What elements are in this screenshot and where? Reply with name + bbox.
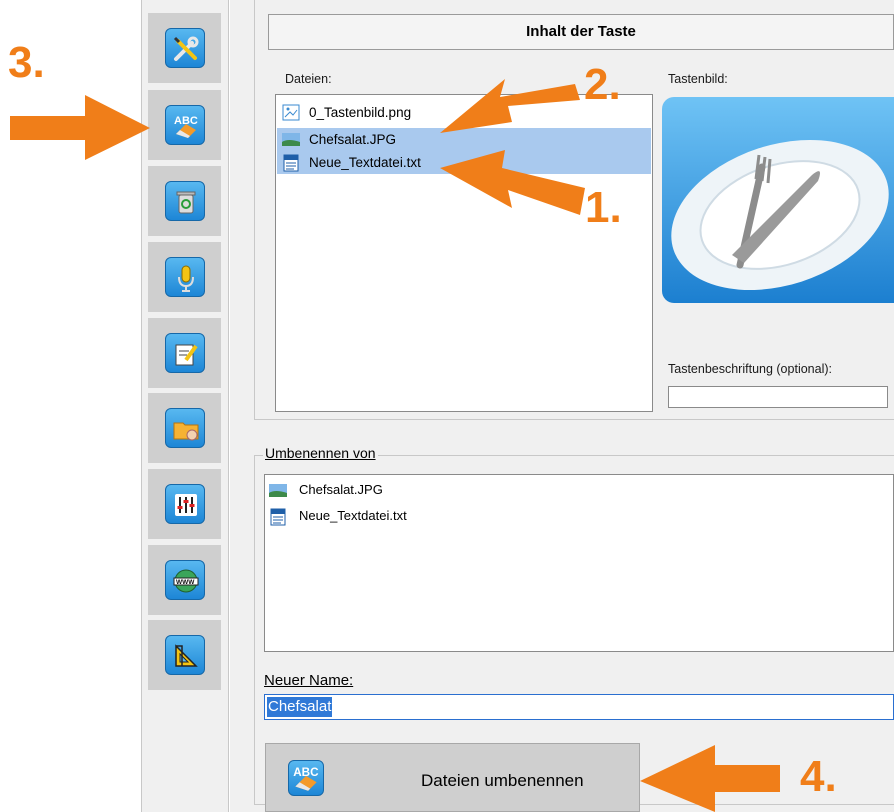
folder-hand-icon: [165, 408, 205, 448]
tool-record-button[interactable]: [148, 242, 221, 312]
button-image-preview[interactable]: [662, 97, 894, 303]
file-name: Chefsalat.JPG: [299, 482, 383, 497]
text-file-icon: [282, 154, 300, 172]
step-4-label: 4.: [800, 752, 837, 801]
caption-label: Tastenbeschriftung (optional):: [668, 362, 832, 376]
photo-file-icon: [269, 482, 287, 499]
plate-cutlery-icon: [671, 139, 889, 291]
preview-label: Tastenbild:: [668, 72, 728, 86]
image-file-icon: [282, 104, 300, 121]
tool-settings-button[interactable]: [148, 13, 221, 83]
step-1-label: 1.: [585, 183, 622, 232]
edit-note-icon: [165, 333, 205, 373]
tool-open-folder-button[interactable]: [148, 393, 221, 463]
file-name: Neue_Textdatei.txt: [299, 508, 407, 523]
new-name-input[interactable]: Chefsalat: [264, 694, 894, 720]
rename-item-textdatei[interactable]: Neue_Textdatei.txt: [269, 505, 407, 527]
wrench-screwdriver-icon: [165, 28, 205, 68]
rename-button-label: Dateien umbenennen: [421, 771, 584, 790]
rename-file-list[interactable]: Chefsalat.JPG Neue_Textdatei.txt: [264, 474, 894, 652]
file-item-textdatei[interactable]: Neue_Textdatei.txt: [277, 151, 651, 174]
file-list[interactable]: 0_Tastenbild.png Chefsalat.JPG Neue_Text…: [275, 94, 653, 412]
files-label: Dateien:: [285, 72, 332, 86]
rename-files-button[interactable]: ABC Dateien umbenennen: [265, 743, 640, 812]
arrow-3: [10, 95, 150, 160]
file-name: Chefsalat.JPG: [309, 132, 397, 147]
file-name: Neue_Textdatei.txt: [309, 155, 421, 170]
tool-delete-button[interactable]: [148, 166, 221, 236]
new-name-value: Chefsalat: [267, 697, 333, 717]
file-name: 0_Tastenbild.png: [309, 105, 412, 120]
panel-title: Inhalt der Taste: [268, 14, 894, 50]
step-3-label: 3.: [8, 38, 45, 87]
recycle-bin-icon: [165, 181, 205, 221]
mixer-sliders-icon: [165, 484, 205, 524]
caption-input[interactable]: [668, 386, 888, 408]
text-file-icon: [269, 508, 287, 526]
new-name-label: Neuer Name:: [264, 672, 354, 689]
tool-web-button[interactable]: WWW: [148, 545, 221, 615]
abc-eraser-icon: ABC: [165, 105, 205, 145]
rename-legend: Umbenennen von: [263, 445, 378, 461]
rename-item-chefsalat[interactable]: Chefsalat.JPG: [269, 479, 383, 501]
globe-www-icon: WWW: [165, 560, 205, 600]
photo-file-icon: [282, 131, 300, 148]
tool-layout-button[interactable]: [148, 620, 221, 690]
tool-edit-button[interactable]: [148, 318, 221, 388]
abc-eraser-icon: ABC: [288, 760, 324, 796]
svg-text:WWW: WWW: [176, 579, 195, 586]
tool-mixer-button[interactable]: [148, 469, 221, 539]
file-item-chefsalat[interactable]: Chefsalat.JPG: [277, 128, 651, 151]
step-2-label: 2.: [584, 60, 621, 109]
ruler-triangle-icon: [165, 635, 205, 675]
tool-rename-button[interactable]: ABC: [148, 90, 221, 160]
microphone-icon: [165, 257, 205, 297]
